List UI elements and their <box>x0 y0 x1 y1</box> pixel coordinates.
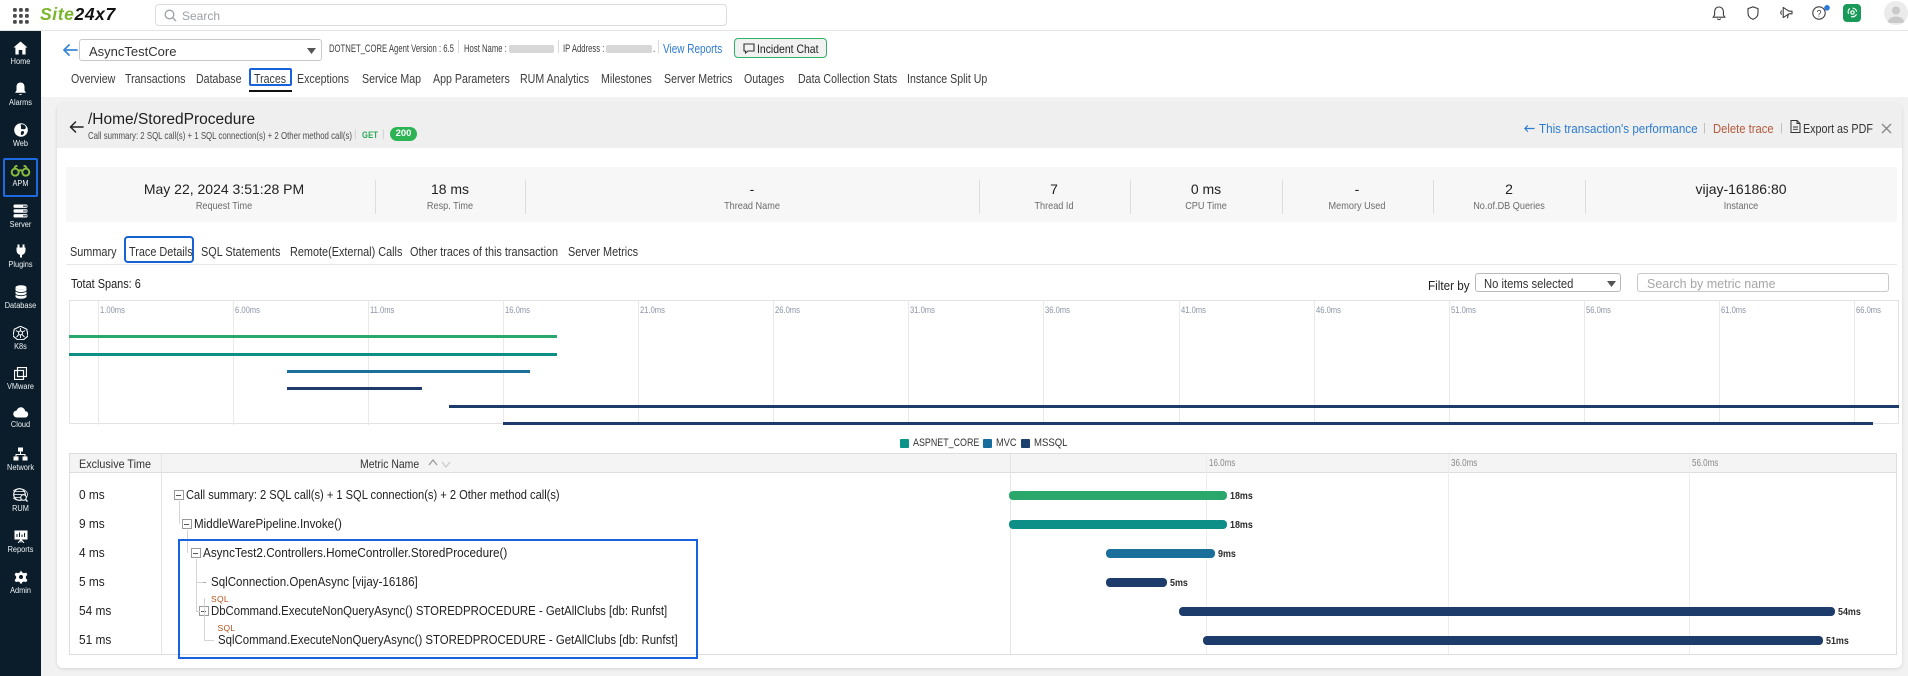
svg-text:?: ? <box>1816 8 1821 18</box>
